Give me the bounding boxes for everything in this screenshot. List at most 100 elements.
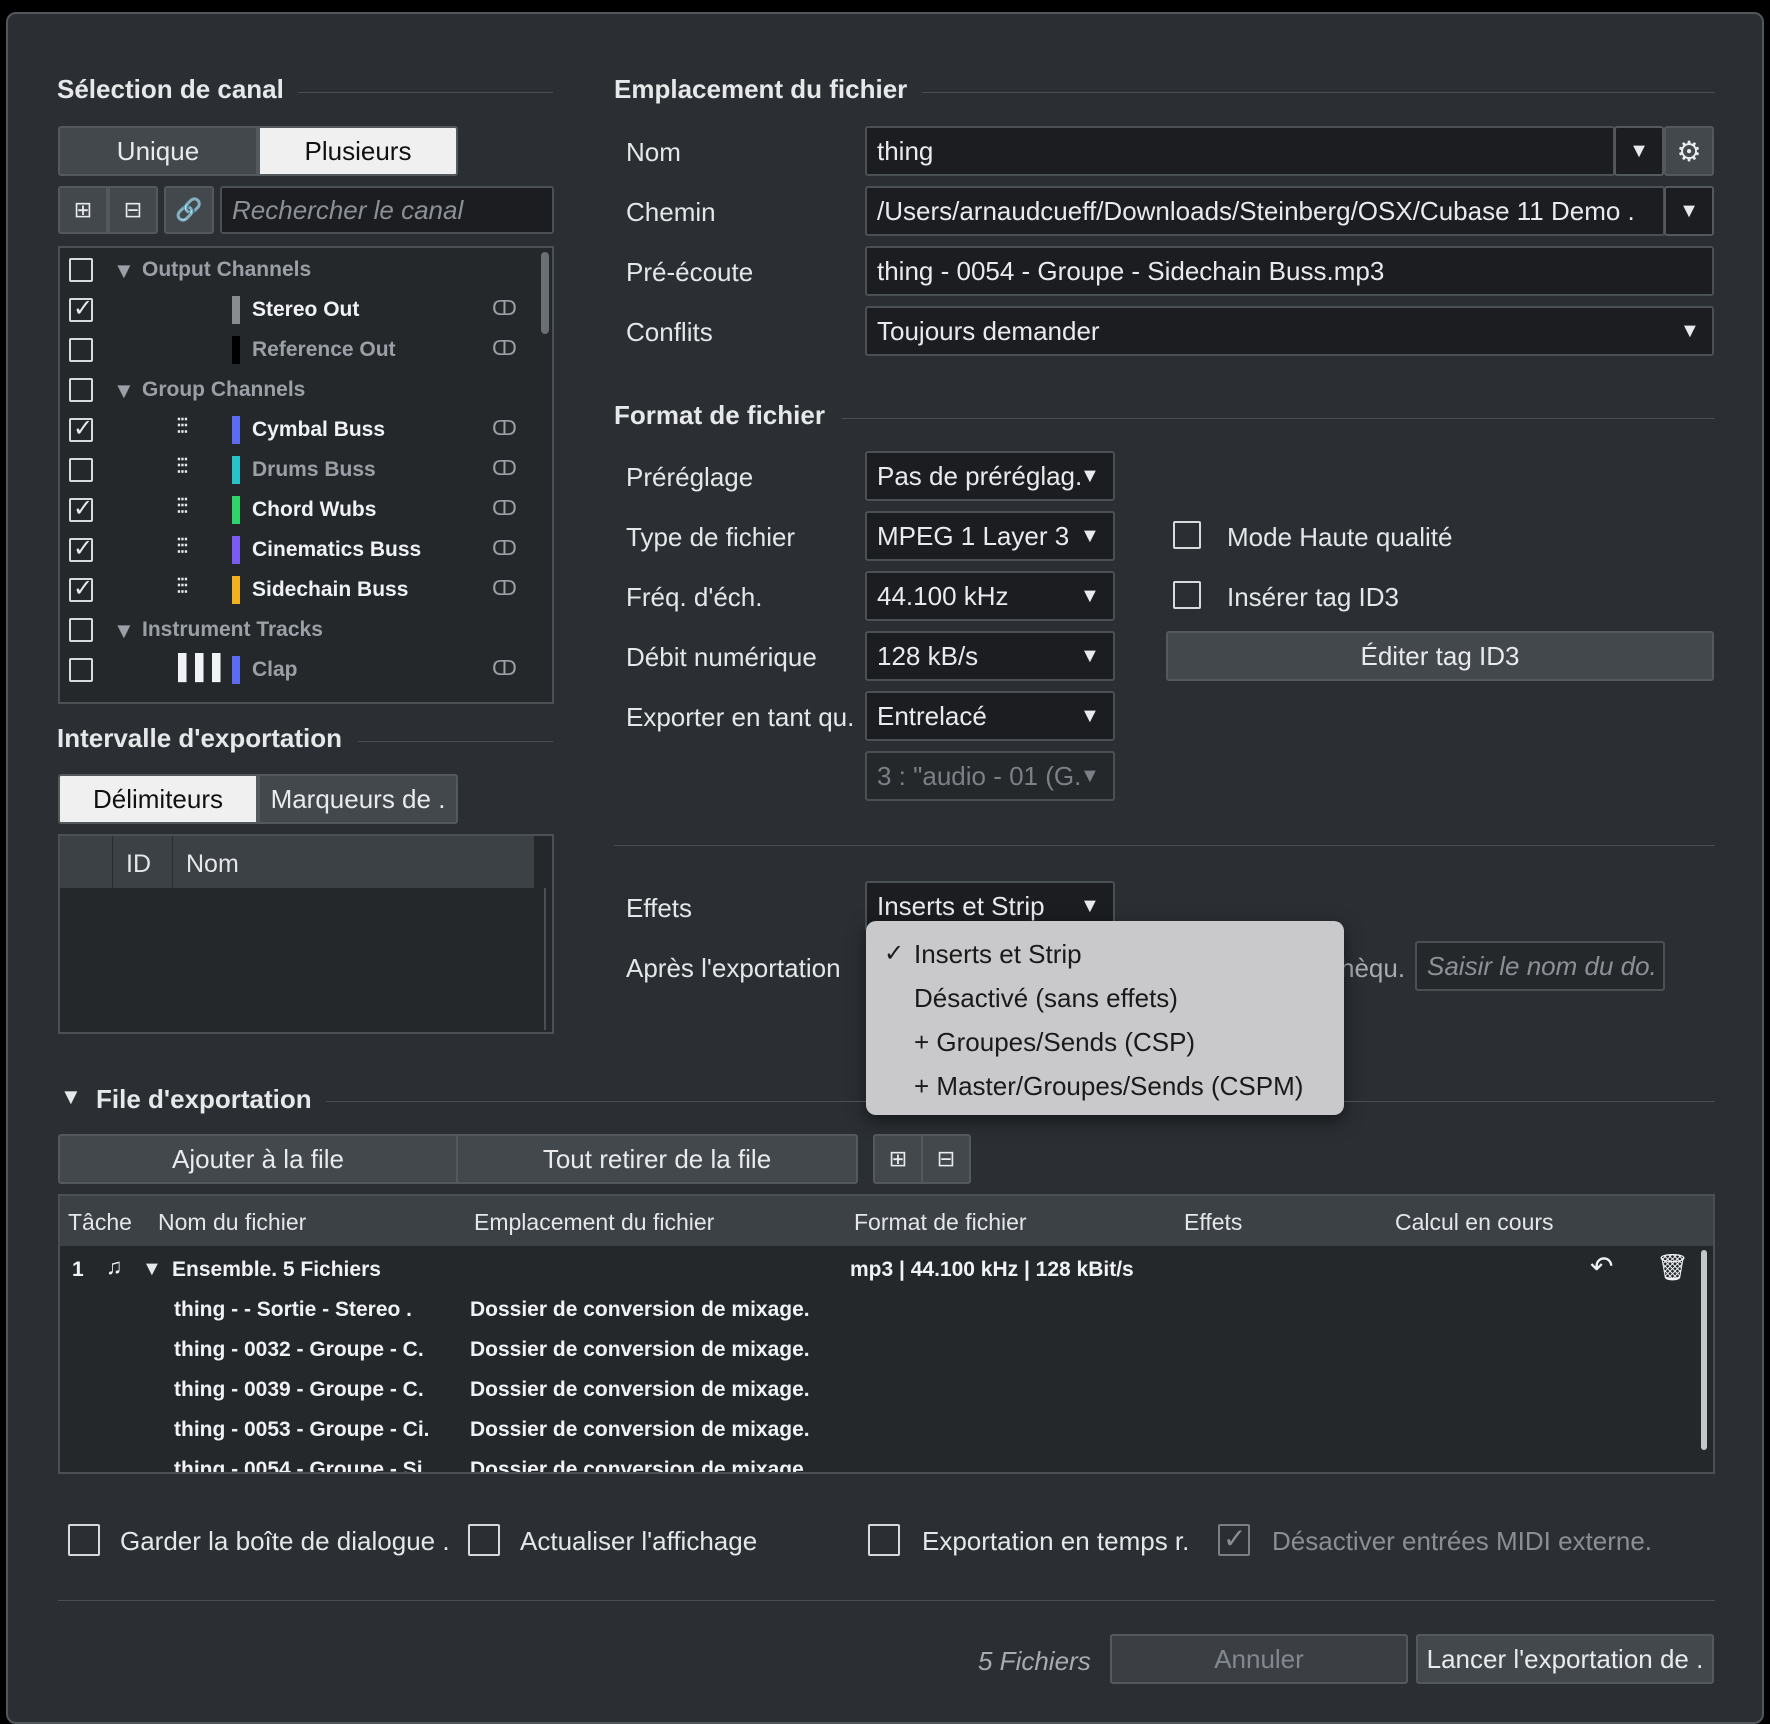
channel-color — [232, 416, 240, 444]
col-progress[interactable]: Calcul en cours — [1395, 1209, 1554, 1236]
add-to-queue-button[interactable]: Ajouter à la file — [58, 1134, 458, 1184]
menu-item-groups-sends[interactable]: + Groupes/Sends (CSP) — [914, 1027, 1195, 1058]
preset-select[interactable]: Pas de préréglag. — [865, 451, 1115, 501]
undo-icon[interactable]: ↶ — [1590, 1250, 1613, 1283]
checkbox-chord-wubs[interactable]: ✓ — [69, 495, 93, 522]
mixer-icon: ⫶⫶⫶ — [176, 534, 188, 559]
cancel-button[interactable]: Annuler — [1110, 1634, 1408, 1684]
tree-channel-label: Clap — [252, 658, 298, 681]
divider — [614, 845, 1715, 846]
name-input[interactable]: thing — [865, 126, 1615, 176]
menu-item-master-groups-sends[interactable]: + Master/Groupes/Sends (CSPM) — [914, 1071, 1303, 1102]
col-filename[interactable]: Nom du fichier — [158, 1209, 306, 1236]
stereo-link-icon[interactable]: ↀ — [492, 416, 517, 441]
checkbox-cinematics-buss[interactable]: ✓ — [69, 535, 93, 562]
checkbox-stereo-out[interactable]: ✓ — [69, 295, 93, 322]
checkbox-group-channels[interactable] — [69, 378, 93, 402]
preview-label: Pré-écoute — [626, 257, 754, 287]
channel-search-input[interactable]: Rechercher le canal — [220, 186, 554, 234]
disclosure-triangle-icon[interactable]: ▼ — [142, 1258, 162, 1281]
channel-color — [232, 456, 240, 484]
sample-rate-label: Fréq. d'éch. — [626, 582, 763, 612]
stereo-link-icon[interactable]: ↀ — [492, 536, 517, 561]
disclosure-triangle-icon[interactable]: ▼ — [60, 1084, 82, 1110]
stereo-link-icon[interactable]: ↀ — [492, 336, 517, 361]
stereo-link-icon[interactable]: ↀ — [492, 656, 517, 681]
divider — [326, 1101, 866, 1102]
checkbox-clap[interactable] — [69, 658, 93, 682]
channel-color — [232, 576, 240, 604]
bitrate-select[interactable]: 128 kB/s — [865, 631, 1115, 681]
expand-all-icon[interactable]: ⊞ — [58, 186, 108, 234]
stereo-link-icon[interactable]: ↀ — [492, 576, 517, 601]
keep-dialog-checkbox[interactable] — [68, 1524, 100, 1556]
col-effects[interactable]: Effets — [1184, 1209, 1242, 1236]
path-input[interactable]: /Users/arnaudcueff/Downloads/Steinberg/O… — [865, 186, 1665, 236]
edit-id3-button[interactable]: Éditer tag ID3 — [1166, 631, 1714, 681]
range-scrollbar[interactable] — [544, 888, 546, 1030]
path-dropdown-icon[interactable]: ▼ — [1664, 186, 1714, 236]
sample-rate-select[interactable]: 44.100 kHz — [865, 571, 1115, 621]
col-task[interactable]: Tâche — [68, 1209, 132, 1236]
channel-color — [232, 296, 240, 324]
disclosure-triangle-icon[interactable]: ▼ — [113, 618, 135, 644]
name-dropdown-icon[interactable]: ▼ — [1614, 126, 1664, 176]
divider — [298, 92, 553, 93]
checkbox-sidechain-buss[interactable]: ✓ — [69, 575, 93, 602]
conflicts-select[interactable]: Toujours demander — [865, 306, 1714, 356]
col-name[interactable]: Nom — [186, 850, 239, 879]
channel-color — [232, 336, 240, 364]
keyboard-icon: ▌▌▌ — [178, 654, 230, 681]
tree-folder-label: Instrument Tracks — [142, 618, 323, 641]
checkbox-output-channels[interactable] — [69, 258, 93, 282]
trash-icon[interactable]: 🗑 — [1656, 1252, 1689, 1283]
mode-multiple-button[interactable]: Plusieurs — [258, 126, 458, 176]
export-as-select[interactable]: Entrelacé — [865, 691, 1115, 741]
file-location: Dossier de conversion de mixage. — [470, 1378, 810, 1401]
menu-item-inserts-strip[interactable]: Inserts et Strip — [914, 939, 1082, 970]
col-location[interactable]: Emplacement du fichier — [474, 1209, 714, 1236]
checkbox-cymbal-buss[interactable]: ✓ — [69, 415, 93, 442]
refresh-display-checkbox[interactable] — [468, 1524, 500, 1556]
tree-scrollbar[interactable] — [541, 252, 549, 334]
folder-name-input[interactable]: Saisir le nom du do. — [1415, 941, 1665, 991]
settings-gear-icon[interactable]: ⚙ — [1664, 126, 1714, 176]
file-type-select[interactable]: MPEG 1 Layer 3 — [865, 511, 1115, 561]
col-id[interactable]: ID — [126, 850, 151, 879]
realtime-export-label: Exportation en temps r. — [922, 1526, 1190, 1556]
disclosure-triangle-icon[interactable]: ▼ — [113, 258, 135, 284]
menu-item-disabled[interactable]: Désactivé (sans effets) — [914, 983, 1178, 1014]
realtime-export-checkbox[interactable] — [868, 1524, 900, 1556]
stereo-link-icon[interactable]: ↀ — [492, 296, 517, 321]
chevron-down-icon: ▼ — [1080, 705, 1100, 727]
expand-all-icon[interactable]: ⊞ — [873, 1134, 923, 1184]
checkmark-icon: ✓ — [884, 940, 905, 967]
link-icon[interactable]: 🔗 — [164, 186, 214, 234]
col-format[interactable]: Format de fichier — [854, 1209, 1027, 1236]
divider — [358, 741, 553, 742]
stereo-link-icon[interactable]: ↀ — [492, 456, 517, 481]
file-name: thing - - Sortie - Stereo . — [174, 1298, 413, 1321]
insert-id3-label: Insérer tag ID3 — [1227, 582, 1399, 612]
checkbox-drums-buss[interactable] — [69, 458, 93, 482]
start-export-button[interactable]: Lancer l'exportation de . — [1416, 1634, 1714, 1684]
checkbox-instrument-tracks[interactable] — [69, 618, 93, 642]
collapse-all-icon[interactable]: ⊟ — [921, 1134, 971, 1184]
insert-id3-checkbox[interactable] — [1173, 581, 1201, 609]
tab-delimiters[interactable]: Délimiteurs — [58, 774, 258, 824]
stereo-link-icon[interactable]: ↀ — [492, 496, 517, 521]
collapse-all-icon[interactable]: ⊟ — [108, 186, 158, 234]
mode-unique-button[interactable]: Unique — [58, 126, 258, 176]
remove-all-button[interactable]: Tout retirer de la file — [456, 1134, 858, 1184]
tab-markers[interactable]: Marqueurs de . — [258, 774, 458, 824]
divider — [112, 836, 113, 888]
path-label: Chemin — [626, 197, 716, 227]
checkbox-reference-out[interactable] — [69, 338, 93, 362]
queue-scrollbar[interactable] — [1701, 1250, 1707, 1450]
queue-rows: 1 ♫ ▼ Ensemble. 5 Fichiers mp3 | 44.100 … — [58, 1246, 1715, 1472]
chevron-down-icon: ▼ — [1080, 765, 1100, 787]
disclosure-triangle-icon[interactable]: ▼ — [113, 378, 135, 404]
tree-folder-label: Output Channels — [142, 258, 312, 281]
export-range-title: Intervalle d'exportation — [57, 723, 343, 753]
high-quality-checkbox[interactable] — [1173, 521, 1201, 549]
